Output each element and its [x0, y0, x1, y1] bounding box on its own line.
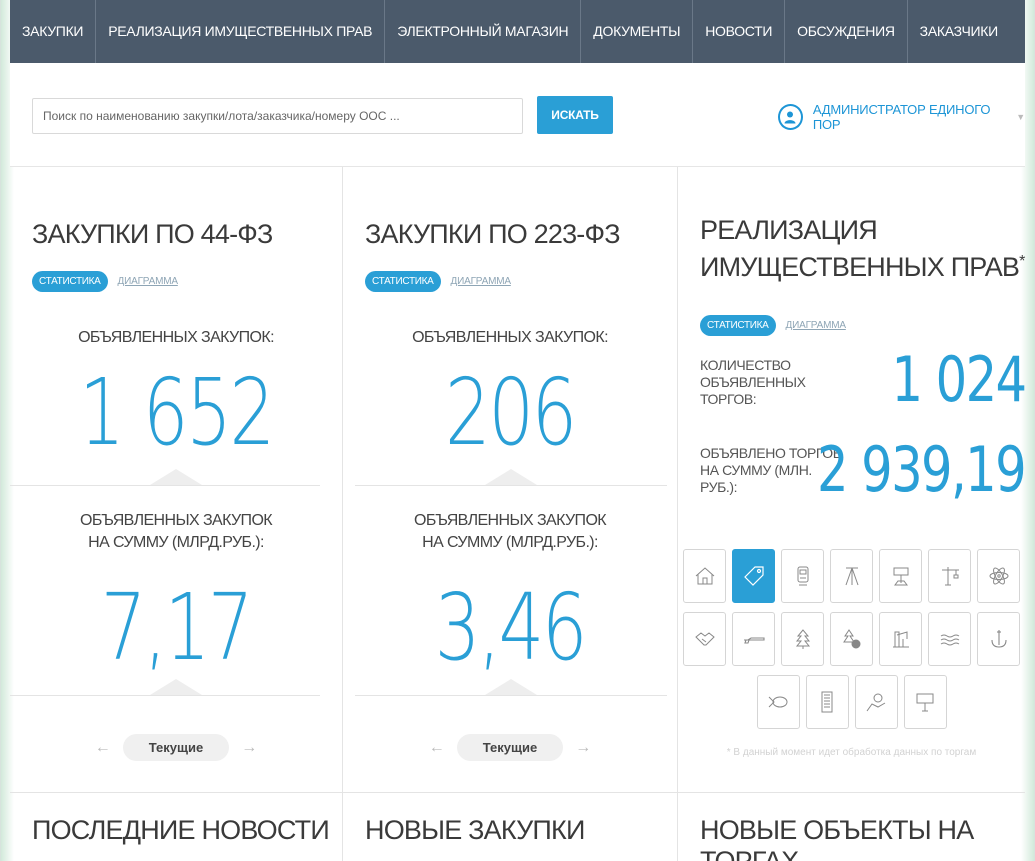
- tab-diagram[interactable]: ДИАГРАММА: [451, 276, 511, 287]
- tree-icon[interactable]: [781, 612, 824, 666]
- panel-title-line: ИМУЩЕСТВЕННЫХ ПРАВ*: [700, 246, 1025, 283]
- divider: [10, 485, 320, 486]
- nav-item-documents[interactable]: ДОКУМЕНТЫ: [581, 0, 694, 63]
- period-current[interactable]: Текущие: [456, 734, 564, 761]
- panel-title-text: ИМУЩЕСТВЕННЫХ ПРАВ: [700, 252, 1020, 282]
- user-menu[interactable]: АДМИНИСТРАТОР ЕДИНОГО ПОР ▼: [778, 102, 1025, 132]
- stat-value-count: 206: [445, 359, 577, 466]
- search-bar: ИСКАТЬ АДМИНИСТРАТОР ЕДИНОГО ПОР ▼: [10, 63, 1025, 167]
- panel-title: ЗАКУПКИ ПО 223-ФЗ: [365, 219, 621, 249]
- section-title: НОВЫЕ ОБЪЕКТЫ НА ТОРГАХ: [700, 815, 974, 861]
- period-pager: ← Текущие →: [343, 734, 677, 761]
- section-pointer: [485, 469, 537, 485]
- panel-title-line: РЕАЛИЗАЦИЯ: [700, 215, 878, 245]
- tag-icon[interactable]: [732, 549, 775, 603]
- nav-item-property-rights[interactable]: РЕАЛИЗАЦИЯ ИМУЩЕСТВЕННЫХ ПРАВ: [96, 0, 386, 63]
- processing-note: * В данный момент идет обработка данных …: [726, 747, 977, 758]
- tab-statistics[interactable]: СТАТИСТИКА: [365, 271, 441, 292]
- stat-label-line: ТОРГОВ:: [700, 391, 757, 407]
- nav-item-purchases[interactable]: ЗАКУПКИ: [10, 0, 97, 63]
- section-pointer: [150, 679, 202, 695]
- chevron-down-icon: ▼: [1016, 112, 1025, 122]
- nav-item-e-shop[interactable]: ЭЛЕКТРОННЫЙ МАГАЗИН: [385, 0, 582, 63]
- panel-223fz: ЗАКУПКИ ПО 223-ФЗ СТАТИСТИКА ДИАГРАММА О…: [343, 167, 678, 792]
- handshake-icon[interactable]: [683, 612, 726, 666]
- stat-label: ОБЪЯВЛЕННЫХ ЗАКУПОК:: [412, 329, 608, 346]
- stat-value-sum: 3,46: [434, 574, 588, 681]
- stat-value-sum: 2 939,19: [816, 433, 1027, 506]
- category-icon-grid: [678, 549, 1025, 738]
- divider: [355, 485, 667, 486]
- section-news: ПОСЛЕДНИЕ НОВОСТИ: [10, 793, 343, 861]
- panel-title: РЕАЛИЗАЦИЯ ИМУЩЕСТВЕННЫХ ПРАВ*: [700, 215, 1025, 283]
- stat-label: КОЛИЧЕСТВО ОБЪЯВЛЕННЫХ ТОРГОВ:: [700, 357, 806, 408]
- search-button[interactable]: ИСКАТЬ: [537, 96, 613, 134]
- atom-icon[interactable]: [977, 549, 1020, 603]
- arrow-left-icon[interactable]: ←: [95, 739, 111, 757]
- panel-tabs: СТАТИСТИКА ДИАГРАММА: [365, 271, 511, 292]
- tab-statistics[interactable]: СТАТИСТИКА: [32, 271, 108, 292]
- tab-diagram[interactable]: ДИАГРАММА: [118, 276, 178, 287]
- tab-statistics[interactable]: СТАТИСТИКА: [700, 315, 776, 336]
- search-input[interactable]: [32, 98, 523, 134]
- train-icon[interactable]: [781, 549, 824, 603]
- statistics-panels: ЗАКУПКИ ПО 44-ФЗ СТАТИСТИКА ДИАГРАММА ОБ…: [10, 167, 1027, 792]
- panel-tabs: СТАТИСТИКА ДИАГРАММА: [32, 271, 178, 292]
- user-name: АДМИНИСТРАТОР ЕДИНОГО ПОР: [812, 102, 991, 132]
- arrow-right-icon[interactable]: →: [575, 739, 591, 757]
- stat-label: НА СУММУ (МЛРД.РУБ.):: [88, 534, 264, 551]
- period-current[interactable]: Текущие: [122, 734, 230, 761]
- panel-title: ЗАКУПКИ ПО 44-ФЗ: [32, 219, 273, 249]
- stat-row-sum: ОБЪЯВЛЕНО ТОРГОВ НА СУММУ (МЛН. РУБ.): 2…: [700, 439, 1027, 505]
- icon-row: [678, 612, 1025, 666]
- tower-icon[interactable]: [830, 549, 873, 603]
- panel-tabs: СТАТИСТИКА ДИАГРАММА: [700, 315, 846, 336]
- section-new-objects: НОВЫЕ ОБЪЕКТЫ НА ТОРГАХ: [678, 793, 1025, 861]
- house-icon[interactable]: [683, 549, 726, 603]
- user-icon: [778, 104, 803, 130]
- water-waves-icon[interactable]: [928, 612, 971, 666]
- stat-value-count: 1 024: [891, 343, 1027, 416]
- arrow-right-icon[interactable]: →: [241, 739, 257, 757]
- road-sign-icon[interactable]: [879, 549, 922, 603]
- section-pointer: [150, 469, 202, 485]
- stat-label: НА СУММУ (МЛРД.РУБ.):: [422, 534, 598, 551]
- nav-item-discussions[interactable]: ОБСУЖДЕНИЯ: [785, 0, 908, 63]
- stat-label-line: ОБЪЯВЛЕННЫХ: [700, 374, 806, 390]
- divider: [355, 695, 667, 696]
- nav-item-news[interactable]: НОВОСТИ: [693, 0, 786, 63]
- section-pointer: [485, 679, 537, 695]
- panel-44fz: ЗАКУПКИ ПО 44-ФЗ СТАТИСТИКА ДИАГРАММА ОБ…: [10, 167, 343, 792]
- billboard-icon[interactable]: [903, 675, 947, 729]
- arrow-left-icon[interactable]: ←: [429, 739, 445, 757]
- stat-label: ОБЪЯВЛЕННЫХ ЗАКУПОК: [79, 512, 273, 529]
- stat-value-sum: 7,17: [100, 574, 254, 681]
- fish-icon[interactable]: [756, 675, 800, 729]
- tree-coin-icon[interactable]: [830, 612, 873, 666]
- anchor-icon[interactable]: [977, 612, 1020, 666]
- top-navigation: ЗАКУПКИ РЕАЛИЗАЦИЯ ИМУЩЕСТВЕННЫХ ПРАВ ЭЛ…: [10, 0, 1025, 63]
- stat-value-count: 1 652: [79, 359, 275, 466]
- divider: [10, 695, 320, 696]
- nav-item-customers[interactable]: ЗАКАЗЧИКИ: [908, 0, 1010, 63]
- period-pager: ← Текущие →: [10, 734, 342, 761]
- footnote-mark: *: [1019, 253, 1025, 270]
- icon-row: [678, 549, 1025, 603]
- rifle-icon[interactable]: [732, 612, 775, 666]
- icon-row: [678, 675, 1025, 729]
- stat-label: ОБЪЯВЛЕННЫХ ЗАКУПОК: [413, 512, 607, 529]
- crane-icon[interactable]: [928, 549, 971, 603]
- tab-diagram[interactable]: ДИАГРАММА: [786, 320, 846, 331]
- section-new-purchases: НОВЫЕ ЗАКУПКИ: [343, 793, 678, 861]
- bottom-sections: ПОСЛЕДНИЕ НОВОСТИ НОВЫЕ ЗАКУПКИ НОВЫЕ ОБ…: [10, 792, 1025, 861]
- stat-row-count: КОЛИЧЕСТВО ОБЪЯВЛЕННЫХ ТОРГОВ: 1 024: [700, 349, 1027, 417]
- section-title: НОВЫЕ ЗАКУПКИ: [365, 815, 585, 845]
- section-title: ПОСЛЕДНИЕ НОВОСТИ: [32, 815, 330, 845]
- stat-label-line: КОЛИЧЕСТВО: [700, 357, 791, 373]
- oil-pump-icon[interactable]: [879, 612, 922, 666]
- stat-label: ОБЪЯВЛЕННЫХ ЗАКУПОК:: [78, 329, 274, 346]
- panel-property-rights: РЕАЛИЗАЦИЯ ИМУЩЕСТВЕННЫХ ПРАВ* СТАТИСТИК…: [678, 167, 1027, 792]
- map-pin-icon[interactable]: [854, 675, 898, 729]
- building-icon[interactable]: [805, 675, 849, 729]
